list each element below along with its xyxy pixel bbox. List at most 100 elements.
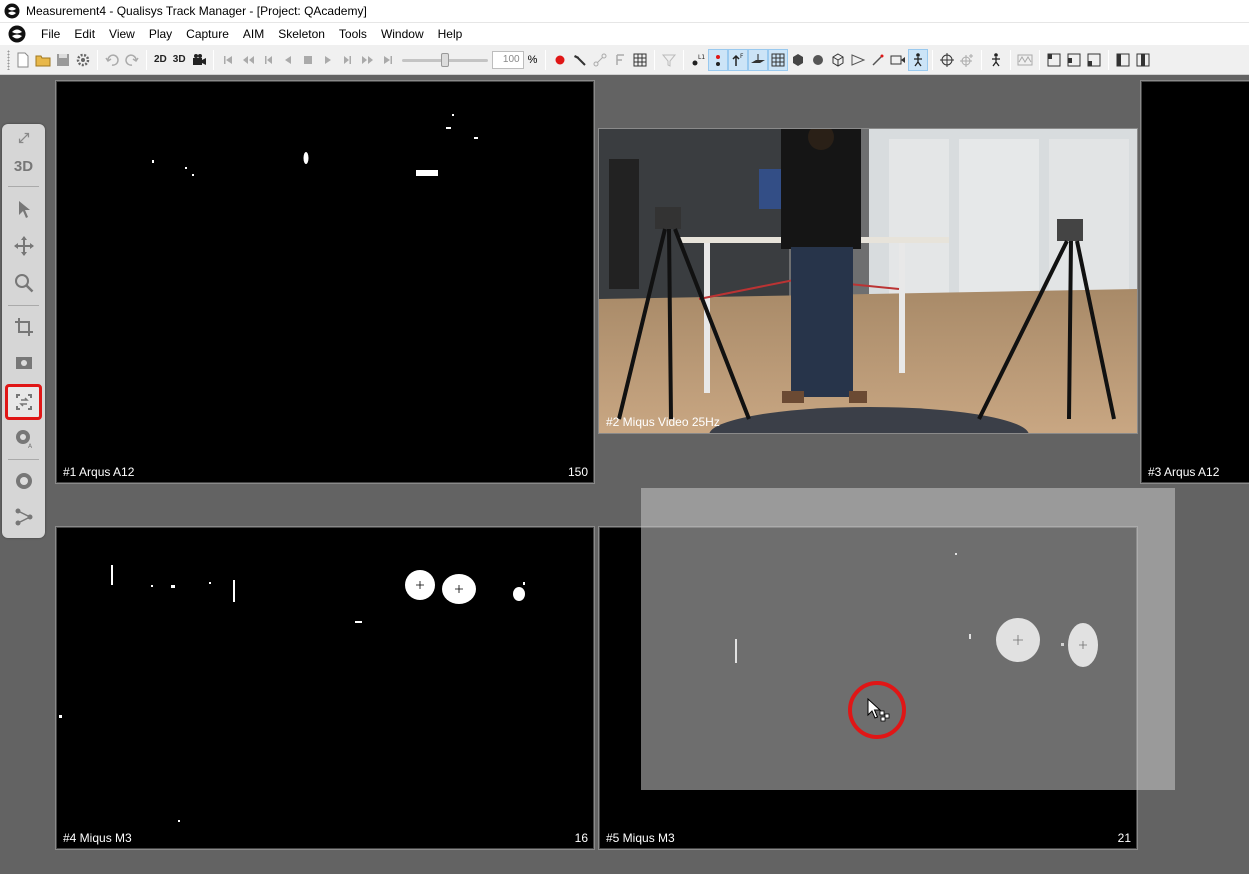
layout-1-button[interactable]: [1044, 49, 1064, 71]
layout-3-button[interactable]: [1084, 49, 1104, 71]
stop-button[interactable]: [298, 49, 318, 71]
camera-view-4[interactable]: #4 Miqus M3 16: [55, 526, 595, 850]
process-button[interactable]: [570, 49, 590, 71]
marker-label-icon: L1: [692, 54, 706, 65]
new-file-button[interactable]: [13, 49, 33, 71]
magnifier-icon: [14, 274, 33, 293]
palette-separator: [8, 305, 39, 306]
window-layout-icon: [1067, 53, 1081, 66]
undo-button[interactable]: [102, 49, 122, 71]
save-icon: [57, 53, 69, 66]
record-button[interactable]: [550, 49, 570, 71]
bones-button[interactable]: [808, 49, 828, 71]
undo-icon: [105, 53, 119, 66]
menu-edit[interactable]: Edit: [67, 23, 102, 45]
video-overlay-icon: [890, 55, 906, 64]
toolbar-separator: [1039, 49, 1041, 70]
mask-tool-button[interactable]: [7, 348, 40, 378]
skeleton-view-button[interactable]: [908, 48, 929, 71]
rigid-body-button[interactable]: [828, 49, 848, 71]
step-back-icon: [264, 55, 272, 64]
cube-icon: [793, 53, 804, 66]
grid-button[interactable]: [768, 48, 789, 71]
playback-speed-input[interactable]: 100: [491, 50, 524, 69]
menu-skeleton[interactable]: Skeleton: [271, 23, 332, 45]
select-tool-button[interactable]: [7, 194, 40, 224]
layout-4-button[interactable]: [1113, 49, 1133, 71]
volume-button[interactable]: [788, 49, 808, 71]
video-overlay-button[interactable]: [888, 49, 908, 71]
qualisys-logo-icon[interactable]: [8, 25, 26, 43]
camera-view-3[interactable]: #3 Arqus A12: [1140, 80, 1249, 484]
go-to-end-button[interactable]: [378, 49, 398, 71]
redo-button[interactable]: [122, 49, 142, 71]
palette-3d-view-button[interactable]: 3D: [7, 151, 40, 181]
table-button[interactable]: [630, 49, 650, 71]
open-file-button[interactable]: [33, 49, 53, 71]
camera-view-1[interactable]: #1 Arqus A12 150: [55, 80, 595, 484]
menu-view[interactable]: View: [102, 23, 142, 45]
link-markers-button[interactable]: [590, 49, 610, 71]
camera-1-markers: [152, 114, 478, 176]
settings-button[interactable]: [73, 49, 93, 71]
menu-window[interactable]: Window: [374, 23, 431, 45]
aim-tool-button[interactable]: A: [7, 423, 40, 453]
layout-5-button[interactable]: [1133, 49, 1153, 71]
marker-tool-button[interactable]: [7, 466, 40, 496]
speed-slider-thumb[interactable]: [440, 52, 449, 67]
arrow-pointer-icon: [18, 201, 30, 218]
palette-expand-button[interactable]: [7, 128, 40, 148]
plot-button[interactable]: [1015, 49, 1035, 71]
trajectory-button[interactable]: [708, 48, 729, 71]
auto-mask-tool-button[interactable]: [5, 384, 42, 420]
filter-button[interactable]: [659, 49, 679, 71]
force-arrow-button[interactable]: F: [728, 48, 749, 71]
go-to-start-button[interactable]: [218, 49, 238, 71]
zoom-tool-button[interactable]: [7, 268, 40, 298]
force-plate-view-button[interactable]: [748, 48, 769, 71]
floor-grid-icon: [771, 53, 785, 66]
step-back-button[interactable]: [258, 49, 278, 71]
step-forward-fast-button[interactable]: [358, 49, 378, 71]
menu-bar: File Edit View Play Capture AIM Skeleton…: [0, 23, 1249, 45]
view-3d-button[interactable]: 3D: [170, 49, 189, 71]
bone-tool-button[interactable]: [7, 502, 40, 532]
center-trajectory-button[interactable]: [957, 49, 977, 71]
layout-2-button[interactable]: [1064, 49, 1084, 71]
main-toolbar: 2D 3D 100 % L1 F: [0, 45, 1249, 75]
camera-view-2-video[interactable]: #2 Miqus Video 25Hz: [598, 128, 1138, 434]
aperture-icon: A: [15, 430, 33, 449]
crop-tool-button[interactable]: [7, 312, 40, 342]
force-plate-button[interactable]: [610, 49, 630, 71]
skeleton-solver-button[interactable]: [986, 49, 1006, 71]
playback-speed-slider[interactable]: [401, 50, 488, 70]
camera-view-cone-button[interactable]: [848, 49, 868, 71]
step-back-fast-button[interactable]: [238, 49, 258, 71]
window-title: Measurement4 - Qualisys Track Manager - …: [26, 4, 367, 18]
menu-aim[interactable]: AIM: [236, 23, 271, 45]
view-2d-button[interactable]: 2D: [151, 49, 170, 71]
menu-capture[interactable]: Capture: [179, 23, 236, 45]
save-button[interactable]: [53, 49, 73, 71]
camera-1-label: #1 Arqus A12: [63, 465, 135, 479]
cube-outline-icon: [832, 52, 844, 67]
center-view-button[interactable]: [937, 49, 957, 71]
trajectory-icon: [716, 54, 721, 66]
menu-tools[interactable]: Tools: [332, 23, 374, 45]
step-forward-button[interactable]: [338, 49, 358, 71]
marker-labels-button[interactable]: L1: [688, 49, 708, 71]
menu-help[interactable]: Help: [431, 23, 470, 45]
pointer-button[interactable]: [868, 49, 888, 71]
menu-file[interactable]: File: [34, 23, 67, 45]
toolbar-separator: [654, 49, 656, 70]
window-layout-icon: [1047, 53, 1061, 66]
expand-arrows-icon: [18, 132, 29, 144]
menu-play[interactable]: Play: [142, 23, 179, 45]
camera-5-marker-count: 21: [1117, 831, 1131, 845]
camera-4-marker-count: 16: [574, 831, 588, 845]
toolbar-grip[interactable]: [7, 49, 10, 70]
video-view-button[interactable]: [189, 49, 209, 71]
play-backward-button[interactable]: [278, 49, 298, 71]
translate-tool-button[interactable]: [7, 231, 40, 261]
play-forward-button[interactable]: [318, 49, 338, 71]
